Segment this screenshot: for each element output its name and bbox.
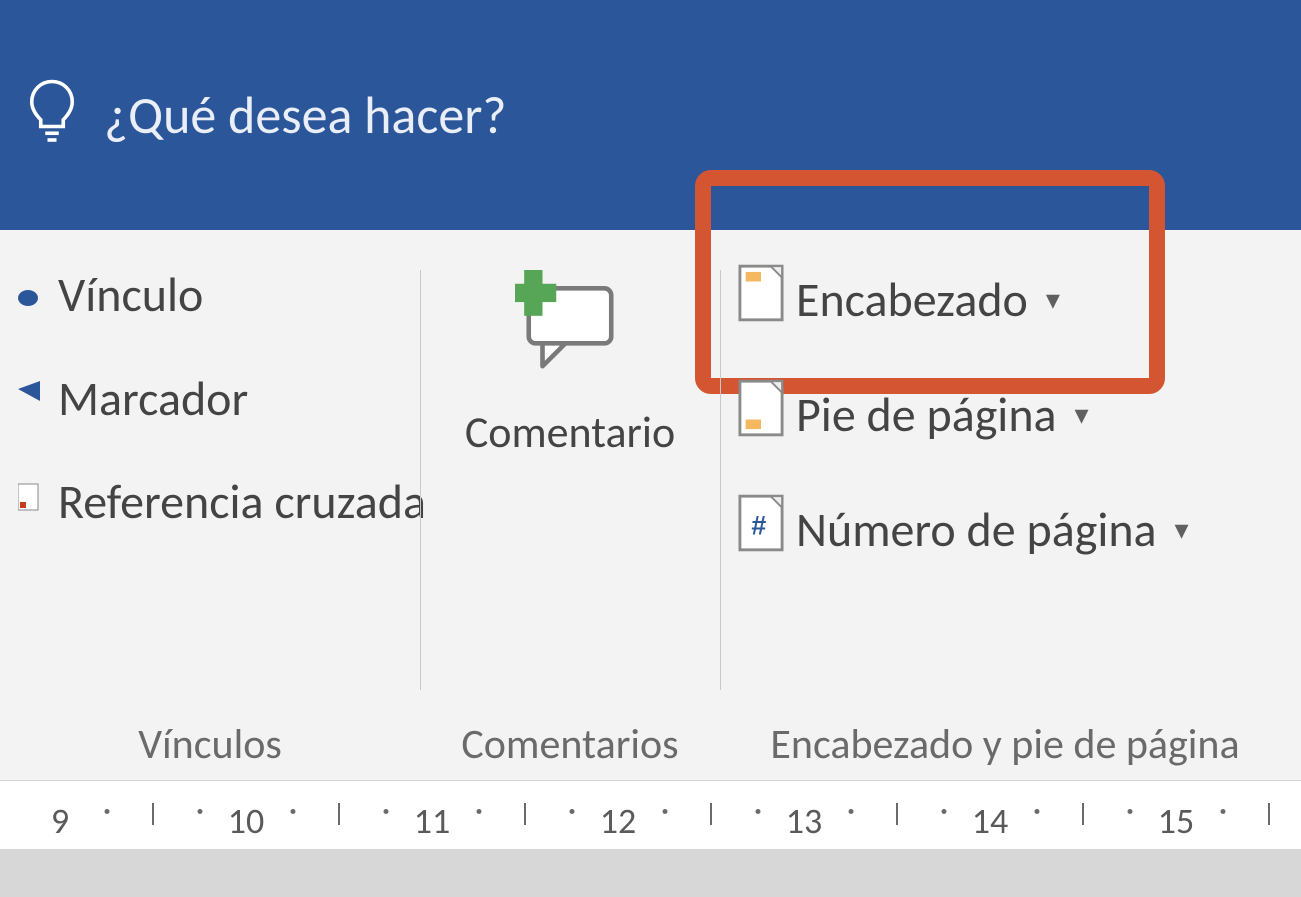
footer-page-icon — [738, 379, 784, 450]
ruler-quarter-tick — [662, 809, 667, 814]
header-button[interactable]: Encabezado ▾ — [730, 260, 1280, 339]
ruler-number: 12 — [600, 799, 637, 843]
footer-button[interactable]: Pie de página ▾ — [730, 375, 1280, 454]
crossref-button[interactable]: Referencia cruzada — [10, 468, 410, 535]
ruler-number: 13 — [786, 799, 823, 843]
chevron-down-icon: ▾ — [1075, 397, 1089, 432]
group-links: Vínculo Marcador Referencia cruzada Vínc… — [0, 240, 420, 780]
footer-label: Pie de página — [796, 385, 1057, 444]
bookmark-button[interactable]: Marcador — [10, 365, 410, 432]
header-label: Encabezado — [796, 270, 1028, 329]
svg-text:#: # — [751, 511, 766, 541]
link-label: Vínculo — [58, 265, 203, 324]
group-links-label: Vínculos — [10, 709, 410, 774]
chevron-down-icon: ▾ — [1046, 282, 1060, 317]
group-headerfooter: Encabezado ▾ Pie de página ▾ — [720, 240, 1290, 780]
comment-icon — [515, 270, 625, 385]
ruler-quarter-tick — [290, 809, 295, 814]
new-comment-button[interactable]: Comentario — [445, 260, 695, 459]
ruler-half-tick — [1268, 803, 1270, 825]
ruler-number: 11 — [414, 799, 451, 843]
ruler-half-tick — [1082, 803, 1084, 825]
crossref-label: Referencia cruzada — [58, 472, 426, 531]
link-button[interactable]: Vínculo — [10, 260, 410, 329]
ruler-number: 10 — [228, 799, 265, 843]
crossref-icon — [18, 472, 46, 531]
group-comments-label: Comentarios — [461, 709, 678, 774]
ruler-quarter-tick — [848, 809, 853, 814]
tell-me-input[interactable]: ¿Qué desea hacer? — [104, 83, 506, 147]
pagenumber-page-icon: # — [738, 494, 784, 565]
ruler-quarter-tick — [197, 809, 202, 814]
ruler-half-tick — [152, 803, 154, 825]
ruler-quarter-tick — [941, 809, 946, 814]
horizontal-ruler[interactable]: 9 10 11 12 13 14 15 — [0, 780, 1301, 850]
group-headerfooter-items: Encabezado ▾ Pie de página ▾ — [730, 260, 1280, 709]
ribbon-tabbar: ¿Qué desea hacer? — [0, 0, 1301, 230]
ruler-quarter-tick — [755, 809, 760, 814]
ruler-quarter-tick — [1034, 809, 1039, 814]
ruler-number: 9 — [51, 799, 69, 843]
lightbulb-icon — [24, 77, 80, 154]
ruler-number: 14 — [972, 799, 1009, 843]
ruler-quarter-tick — [1220, 809, 1225, 814]
ruler-quarter-tick — [104, 809, 109, 814]
ruler-quarter-tick — [383, 809, 388, 814]
chevron-down-icon: ▾ — [1175, 512, 1189, 547]
ruler-half-tick — [524, 803, 526, 825]
group-links-items: Vínculo Marcador Referencia cruzada — [10, 260, 410, 709]
new-comment-label: Comentario — [465, 405, 675, 459]
ruler-half-tick — [896, 803, 898, 825]
group-headerfooter-label: Encabezado y pie de página — [730, 709, 1280, 774]
group-comments: Comentario Comentarios — [420, 240, 720, 780]
bookmark-label: Marcador — [58, 369, 248, 428]
ruler-half-tick — [338, 803, 340, 825]
ruler-quarter-tick — [476, 809, 481, 814]
pagenumber-label: Número de página — [796, 500, 1157, 559]
document-area — [0, 850, 1301, 897]
ruler-number: 15 — [1158, 799, 1195, 843]
ruler-quarter-tick — [1127, 809, 1132, 814]
link-icon — [18, 264, 46, 325]
header-page-icon — [738, 264, 784, 335]
ruler-quarter-tick — [569, 809, 574, 814]
bookmark-icon — [18, 369, 46, 428]
ruler-half-tick — [710, 803, 712, 825]
ribbon-body: Vínculo Marcador Referencia cruzada Vínc… — [0, 230, 1301, 780]
pagenumber-button[interactable]: # Número de página ▾ — [730, 490, 1280, 569]
